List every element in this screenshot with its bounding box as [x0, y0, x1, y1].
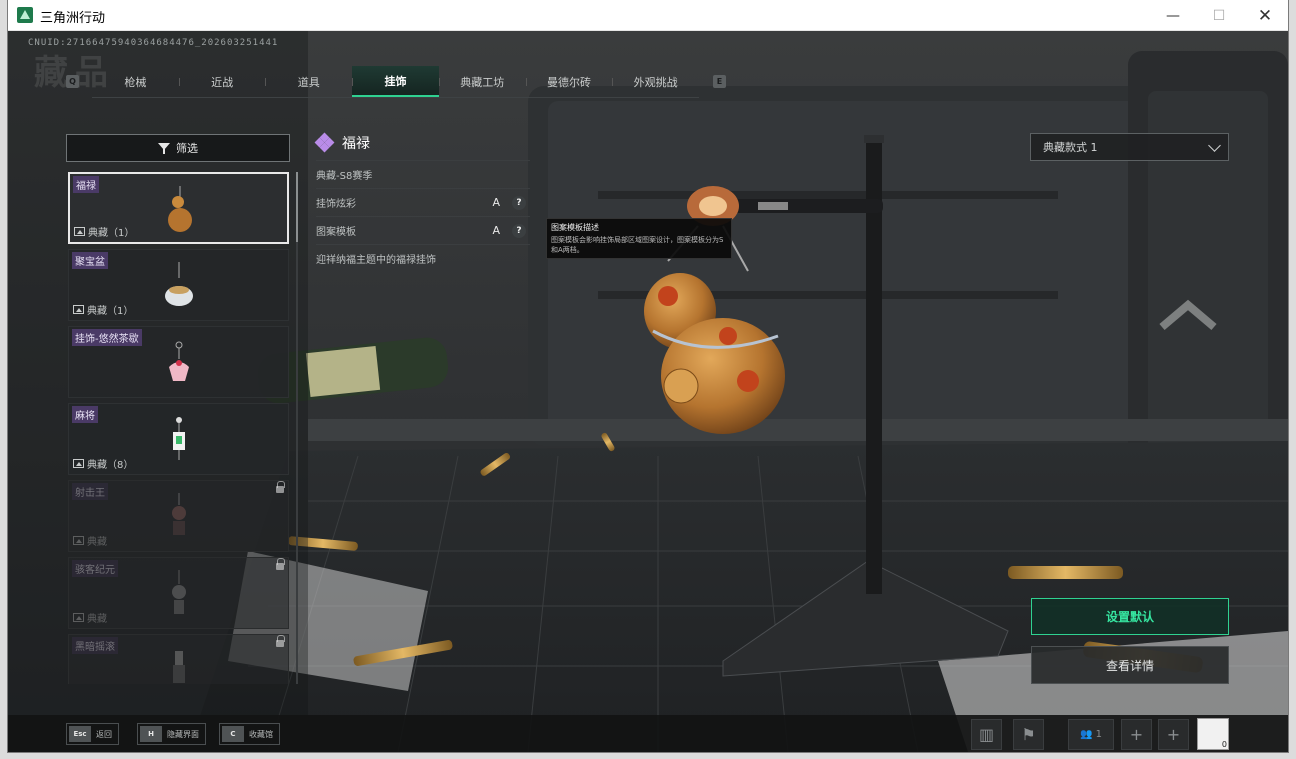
item-collection: 典藏（8） [73, 456, 133, 471]
tab-mandel-brick[interactable]: 曼德尔砖 [525, 66, 613, 97]
collection-hall-hint[interactable]: C 收藏馆 [219, 723, 280, 745]
picture-icon [73, 305, 84, 314]
picture-icon [74, 227, 85, 236]
help-icon[interactable]: ? [512, 195, 526, 210]
tab-firearms[interactable]: 枪械 [92, 66, 179, 97]
list-item[interactable]: 挂饰-悠然茶歇 [68, 326, 289, 398]
chevron-down-icon [1208, 139, 1221, 152]
dark-rock-thumbnail [173, 651, 185, 683]
detail-header: 福禄 [314, 130, 530, 156]
avatar[interactable]: 0 [1197, 718, 1229, 750]
tab-charms[interactable]: 挂饰 [352, 66, 439, 97]
help-icon[interactable]: ? [512, 223, 526, 238]
back-hint[interactable]: Esc 返回 [66, 723, 119, 745]
close-button[interactable]: ✕ [1242, 0, 1288, 31]
attribute-label: 挂饰炫彩 [316, 199, 356, 210]
item-name: 射击王 [72, 483, 108, 500]
lock-icon [276, 558, 285, 570]
add-friend-slot-icon[interactable]: + [1158, 719, 1189, 750]
detail-panel: 福禄 典藏-S8赛季 挂饰炫彩 A ? 图案模板 A ? 迎祥纳福主题中的福禄挂… [314, 130, 530, 272]
tab-appearance-challenge[interactable]: 外观挑战 [612, 66, 699, 97]
team-button[interactable]: 👥 1 [1068, 719, 1114, 750]
season-row: 典藏-S8赛季 [316, 160, 530, 188]
picture-icon [73, 613, 84, 622]
category-tabs: 枪械 近战 道具 挂饰 典藏工坊 曼德尔砖 外观挑战 [92, 66, 699, 98]
attribute-grade: A [492, 224, 500, 237]
list-scrollbar[interactable] [296, 172, 298, 684]
view-details-button[interactable]: 查看详情 [1031, 646, 1229, 684]
attribute-row: 挂饰炫彩 A ? [316, 188, 530, 216]
tab-collection-workshop[interactable]: 典藏工坊 [438, 66, 526, 97]
app-logo-icon [17, 7, 33, 23]
item-name: 黑暗摇滚 [72, 637, 118, 654]
scrollbar-thumb[interactable] [296, 172, 298, 242]
picture-icon [73, 459, 84, 468]
attribute-grade: A [492, 196, 500, 209]
mahjong-tile-thumbnail [173, 417, 185, 460]
hacker-era-thumbnail [172, 570, 186, 614]
item-collection: 典藏（1） [74, 224, 134, 239]
item-collection: 典藏 [73, 610, 107, 625]
game-viewport: CNUID:27166475940364684476_202603251441 … [8, 31, 1288, 752]
lock-icon [276, 481, 285, 493]
list-item[interactable]: 福禄 典藏（1） [68, 172, 289, 244]
gourd-charm-thumbnail [168, 186, 192, 232]
item-collection: 典藏（1） [73, 302, 133, 317]
flag-icon[interactable]: ⚑ [1013, 719, 1044, 750]
game-window: 三角洲行动 — ☐ ✕ CNUID:27166475940364684476_2… [8, 0, 1288, 752]
list-item[interactable]: 麻将 典藏（8） [68, 403, 289, 475]
charm-list: 福禄 典藏（1） 聚宝盆 典藏（1） 挂饰-悠然茶歇 麻将 典藏（8） 射击王 … [68, 172, 290, 684]
picture-icon [73, 536, 84, 545]
tab-prev-key[interactable]: Q [66, 75, 79, 88]
list-item[interactable]: 射击王 典藏 [68, 480, 289, 552]
dropdown-value: 典藏款式 1 [1043, 141, 1098, 154]
list-item[interactable]: 聚宝盆 典藏（1） [68, 249, 289, 321]
bottom-bar: Esc 返回 H 隐藏界面 C 收藏馆 ▥ ⚑ 👥 1 + + 0 [8, 715, 1288, 752]
detail-title: 福禄 [342, 136, 370, 152]
hide-ui-hint[interactable]: H 隐藏界面 [137, 723, 206, 745]
tooltip-body: 图案模板会影响挂饰局部区域图案设计，图案模板分为S和A两档。 [551, 236, 724, 254]
tab-next-key[interactable]: E [713, 75, 726, 88]
stats-icon[interactable]: ▥ [971, 719, 1002, 750]
rarity-gem-icon [314, 132, 335, 153]
item-name: 聚宝盆 [72, 252, 108, 269]
key-h: H [140, 726, 162, 742]
key-c: C [222, 726, 244, 742]
window-title: 三角洲行动 [40, 11, 106, 26]
item-name: 挂饰-悠然茶歇 [72, 329, 142, 346]
tab-melee[interactable]: 近战 [178, 66, 266, 97]
people-icon: 👥 [1079, 729, 1096, 740]
filter-button[interactable]: 筛选 [66, 134, 290, 162]
maximize-button[interactable]: ☐ [1196, 0, 1242, 31]
shooter-king-thumbnail [172, 493, 186, 535]
item-collection: 典藏 [73, 533, 107, 548]
attribute-label: 图案模板 [316, 227, 356, 238]
add-friend-slot-icon[interactable]: + [1121, 719, 1152, 750]
title-bar: 三角洲行动 — ☐ ✕ [8, 0, 1288, 31]
item-name: 福禄 [73, 176, 99, 193]
style-dropdown[interactable]: 典藏款式 1 [1030, 133, 1229, 161]
list-item[interactable]: 黑暗摇滚 [68, 634, 289, 684]
set-default-button[interactable]: 设置默认 [1031, 598, 1229, 635]
list-item[interactable]: 骇客纪元 典藏 [68, 557, 289, 629]
filter-icon [158, 142, 170, 154]
treasure-bowl-thumbnail [165, 262, 193, 306]
tea-cake-thumbnail [169, 341, 189, 381]
lock-icon [276, 635, 285, 647]
item-name: 骇客纪元 [72, 560, 118, 577]
description-row: 迎祥纳福主题中的福禄挂饰 [316, 244, 530, 272]
tab-items[interactable]: 道具 [265, 66, 352, 97]
attribute-row: 图案模板 A ? [316, 216, 530, 244]
tooltip-title: 图案模板描述 [551, 223, 599, 232]
item-name: 麻将 [72, 406, 98, 423]
filter-label: 筛选 [176, 142, 198, 155]
key-esc: Esc [69, 726, 91, 742]
pattern-tooltip: 图案模板描述 图案模板会影响挂饰局部区域图案设计，图案模板分为S和A两档。 [546, 218, 732, 259]
minimize-button[interactable]: — [1150, 0, 1196, 31]
